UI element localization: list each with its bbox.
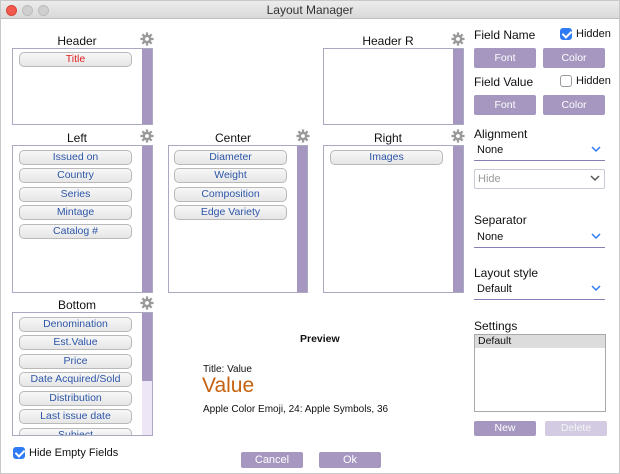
settings-delete-button[interactable]: Delete — [545, 421, 607, 436]
zone-scrollbar[interactable] — [142, 146, 152, 292]
zone-scrollbar[interactable] — [453, 49, 463, 124]
chevron-down-icon — [590, 175, 600, 182]
field-chip[interactable]: Country — [19, 168, 132, 183]
field-value-font-button[interactable]: Font — [474, 95, 536, 115]
zone-title-header-r: Header R — [362, 34, 414, 48]
zone-header[interactable]: Title — [12, 48, 153, 125]
zone-left[interactable]: Issued on Country Series Mintage Catalog… — [12, 145, 153, 293]
field-chip[interactable]: Issued on — [19, 150, 132, 165]
field-chip[interactable]: Subject — [19, 428, 132, 435]
zone-header-r[interactable] — [323, 48, 464, 125]
separator-select[interactable]: None — [474, 228, 605, 248]
zone-center[interactable]: Diameter Weight Composition Edge Variety — [168, 145, 308, 293]
window-title: Layout Manager — [266, 3, 354, 17]
field-chip[interactable]: Price — [19, 354, 132, 369]
gear-icon[interactable] — [140, 296, 154, 310]
layout-manager-window: Layout Manager Header Title Header R Lef… — [0, 0, 620, 474]
zone-title-left: Left — [66, 131, 87, 145]
field-name-font-button[interactable]: Font — [474, 48, 536, 68]
alignment-value: None — [477, 144, 504, 156]
preview-value: Value — [202, 374, 255, 397]
layout-style-value: Default — [477, 283, 512, 295]
chevron-down-icon — [591, 146, 601, 153]
field-chip[interactable]: Series — [19, 187, 132, 202]
layout-style-select[interactable]: Default — [474, 280, 605, 300]
field-chip-title[interactable]: Title — [19, 52, 132, 67]
settings-list[interactable]: Default — [474, 334, 606, 412]
alignment-label: Alignment — [474, 127, 528, 141]
layout-style-label: Layout style — [474, 266, 539, 280]
field-name-color-button[interactable]: Color — [543, 48, 605, 68]
zone-title-center: Center — [214, 131, 252, 145]
field-value-hidden-label: Hidden — [576, 75, 611, 87]
settings-label: Settings — [474, 319, 518, 333]
chevron-down-icon — [591, 233, 601, 240]
field-value-label: Field Value — [474, 75, 534, 89]
chevron-down-icon — [591, 285, 601, 292]
zone-title-bottom: Bottom — [57, 298, 96, 312]
ok-button[interactable]: Ok — [319, 452, 381, 468]
gear-icon[interactable] — [140, 32, 154, 46]
field-chip[interactable]: Images — [330, 150, 443, 165]
hide-empty-fields-checkbox[interactable] — [13, 447, 25, 459]
field-chip[interactable]: Mintage — [19, 205, 132, 220]
gear-icon[interactable] — [451, 129, 465, 143]
field-chip[interactable]: Diameter — [174, 150, 287, 165]
gear-icon[interactable] — [451, 32, 465, 46]
field-chip[interactable]: Last issue date — [19, 409, 132, 424]
zone-scrollbar[interactable] — [142, 313, 152, 435]
settings-new-button[interactable]: New — [474, 421, 536, 436]
zone-bottom[interactable]: Denomination Est.Value Price Date Acquir… — [12, 312, 153, 436]
preview-title: Preview — [300, 333, 340, 345]
alignment-hide-value: Hide — [478, 173, 501, 185]
field-chip[interactable]: Catalog # — [19, 224, 132, 239]
separator-value: None — [477, 231, 504, 243]
scrollbar-thumb[interactable] — [142, 313, 152, 381]
alignment-select[interactable]: None — [474, 141, 605, 161]
field-chip[interactable]: Date Acquired/Sold — [19, 372, 132, 387]
field-chip[interactable]: Composition — [174, 187, 287, 202]
zone-right[interactable]: Images — [323, 145, 464, 293]
field-value-color-button[interactable]: Color — [543, 95, 605, 115]
preview-font-line: Apple Color Emoji, 24: Apple Symbols, 36 — [203, 404, 389, 415]
title-bar: Layout Manager — [1, 1, 619, 19]
settings-list-item[interactable]: Default — [475, 335, 605, 348]
hide-empty-fields-label: Hide Empty Fields — [29, 447, 119, 459]
gear-icon[interactable] — [296, 129, 310, 143]
field-chip[interactable]: Distribution — [19, 391, 132, 406]
field-chip[interactable]: Denomination — [19, 317, 132, 332]
zone-scrollbar[interactable] — [453, 146, 463, 292]
field-name-label: Field Name — [474, 28, 536, 42]
field-chip[interactable]: Edge Variety — [174, 205, 287, 220]
separator-label: Separator — [474, 213, 527, 227]
gear-icon[interactable] — [140, 129, 154, 143]
zone-title-header: Header — [57, 34, 97, 48]
alignment-hide-select[interactable]: Hide — [474, 169, 605, 189]
field-chip[interactable]: Weight — [174, 168, 287, 183]
zone-scrollbar[interactable] — [142, 49, 152, 124]
field-name-hidden-label: Hidden — [576, 28, 611, 40]
field-value-hidden-checkbox[interactable] — [560, 75, 572, 87]
field-chip[interactable]: Est.Value — [19, 335, 132, 350]
zone-scrollbar[interactable] — [297, 146, 307, 292]
field-name-hidden-checkbox[interactable] — [560, 28, 572, 40]
zone-title-right: Right — [373, 131, 402, 145]
cancel-button[interactable]: Cancel — [241, 452, 303, 468]
